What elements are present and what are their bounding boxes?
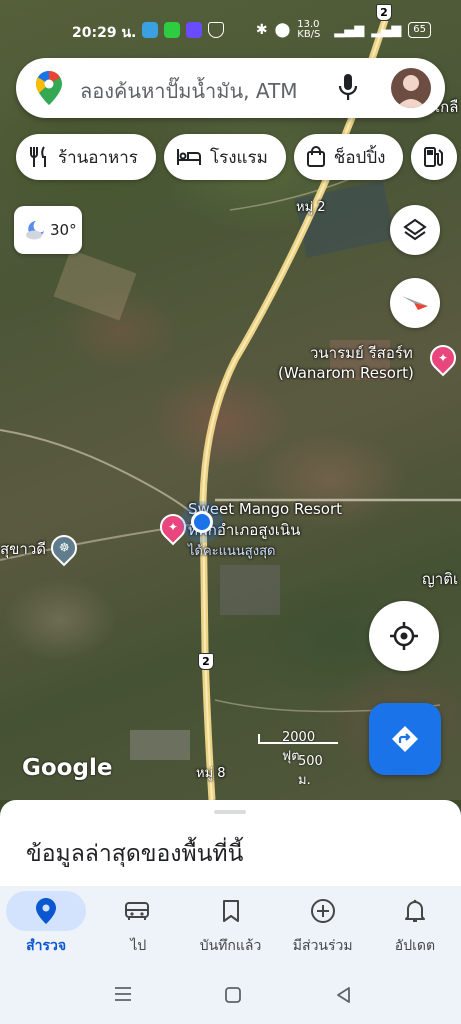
status-right: ✱ ⬤ 13.0 KB/S ▂▄▆ ▂▄▆ 65 (256, 20, 431, 40)
add-circle-icon (310, 899, 335, 923)
satellite-map[interactable]: 2 2 หมู่ 2 หมู่ 8 เกลื วนารมย์ รีสอร์ท (… (0, 0, 461, 800)
profile-avatar-icon (396, 75, 426, 108)
map-roads (0, 18, 461, 800)
nav-contribute[interactable]: มีส่วนร่วม (277, 886, 369, 964)
village-label-bottom: หมู่ 8 (196, 766, 226, 781)
nav-contribute-label: มีส่วนร่วม (292, 938, 353, 954)
shield-icon (208, 22, 224, 38)
bottom-navigation: สำรวจ ไป บันทึกแล้ว มีส่วนร่วม อัปเดต (0, 886, 461, 964)
village-label-top: หมู่ 2 (296, 200, 326, 215)
status-time: 20:29 น. (72, 25, 137, 41)
nav-explore-pill (6, 891, 87, 931)
nav-saved[interactable]: บันทึกแล้ว (184, 886, 276, 964)
night-cloudy-icon (26, 221, 44, 240)
google-maps-logo-icon (36, 71, 62, 105)
net-speed: 13.0 KB/S (297, 19, 321, 40)
nav-go-label: ไป (130, 938, 147, 954)
my-location-button[interactable] (369, 601, 439, 671)
explore-pin-icon (36, 898, 57, 924)
nav-contribute-pill (283, 891, 363, 931)
chip-restaurant-label: ร้านอาหาร (58, 147, 138, 168)
wanarom-resort-label-en[interactable]: (Wanarom Resort) (278, 364, 414, 382)
nav-go-pill (98, 891, 178, 931)
nav-updates[interactable]: อัปเดต (369, 886, 461, 964)
home-icon[interactable] (224, 986, 242, 1008)
search-bar[interactable]: ลองค้นหาปั๊มน้ำมัน, ATM (16, 58, 445, 118)
line-icon (164, 22, 180, 38)
category-chips: ร้านอาหาร โรงแรม ช็อปปิ้ง (16, 134, 458, 180)
nav-saved-label: บันทึกแล้ว (199, 938, 262, 954)
status-bar: 20:29 น. ✱ ⬤ 13.0 KB/S ▂▄▆ ▂▄▆ 65 (0, 18, 461, 44)
mic-icon[interactable] (338, 74, 358, 102)
wanarom-resort-label-th[interactable]: วนารมย์ รีสอร์ท (310, 344, 413, 362)
google-watermark: Google (22, 755, 113, 781)
sheet-title: ข้อมูลล่าสุดของพื้นที่นี้ (26, 841, 244, 867)
my-location-dot (191, 511, 213, 533)
system-navigation-bar (0, 964, 461, 1024)
notification-icons (142, 22, 224, 38)
signal-icon: ▂▄▆ (334, 22, 365, 38)
crosshair-icon (390, 622, 418, 650)
chip-gas-station[interactable] (411, 134, 458, 180)
gas-station-icon (424, 147, 444, 167)
restaurant-icon (30, 146, 46, 167)
wifi-signal-icon: ▂▄▆ (371, 22, 402, 38)
chip-hotel[interactable]: โรงแรม (163, 134, 286, 180)
nav-explore-label: สำรวจ (26, 938, 67, 954)
hotel-icon (176, 149, 201, 165)
nav-updates-pill (375, 891, 455, 931)
shopping-bag-icon (306, 146, 325, 167)
recent-apps-icon[interactable] (114, 986, 132, 1006)
route-2-shield: 2 (198, 653, 214, 670)
nav-updates-label: อัปเดต (394, 938, 436, 954)
nav-go[interactable]: ไป (92, 886, 184, 964)
location-icon: ⬤ (274, 22, 291, 38)
district-hotel-sublabel: ได้คะแนนสูงสุด (188, 544, 276, 559)
weather-temp: 30° (50, 221, 77, 239)
layers-button[interactable] (390, 205, 440, 255)
sukhawadi-label[interactable]: สุขาวดี (0, 540, 46, 558)
directions-button[interactable] (369, 703, 441, 775)
layers-icon (403, 218, 427, 241)
messenger-icon (186, 22, 202, 38)
bookmark-icon (222, 900, 239, 922)
right-place-label[interactable]: ญาติเ (422, 570, 458, 588)
chip-shopping-label: ช็อปปิ้ง (333, 147, 386, 168)
chip-restaurant[interactable]: ร้านอาหาร (16, 134, 156, 180)
directions-icon (392, 726, 418, 752)
bell-icon (404, 899, 425, 922)
sheet-drag-handle[interactable] (214, 810, 246, 814)
chip-shopping[interactable]: ช็อปปิ้ง (293, 134, 404, 180)
bluetooth-icon: ✱ (255, 22, 268, 38)
search-input[interactable]: ลองค้นหาปั๊มน้ำมัน, ATM (80, 75, 297, 107)
nav-explore[interactable]: สำรวจ (0, 886, 92, 964)
app-icon (142, 22, 158, 38)
compass-icon (402, 296, 428, 310)
back-icon[interactable] (335, 986, 351, 1008)
avatar[interactable] (391, 68, 431, 108)
nav-saved-pill (191, 891, 271, 931)
bottom-sheet[interactable]: ข้อมูลล่าสุดของพื้นที่นี้ (0, 800, 461, 886)
scale-meters: 500 ม. (298, 754, 323, 788)
weather-chip[interactable]: 30° (14, 206, 82, 254)
chip-hotel-label: โรงแรม (209, 147, 268, 168)
car-icon (125, 902, 150, 920)
compass-button[interactable] (390, 278, 440, 328)
battery-icon: 65 (408, 22, 431, 38)
